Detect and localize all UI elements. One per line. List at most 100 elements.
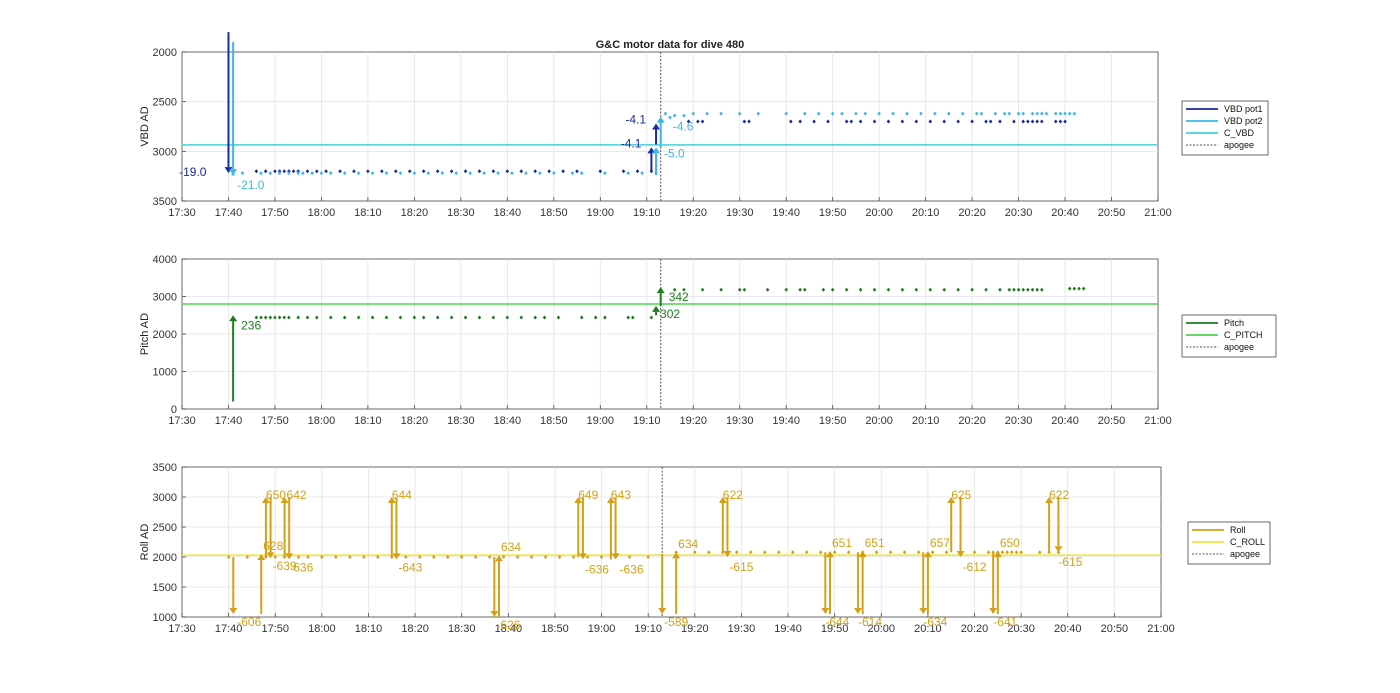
x-tick-label: 20:30 (1005, 415, 1033, 427)
y-axis-label: Roll AD (139, 524, 151, 561)
legend: Roll C_ROLLapogee (1187, 521, 1271, 565)
move-label: -636 (585, 562, 609, 576)
legend-entry: Roll (1230, 525, 1246, 535)
x-tick-label: 18:10 (354, 415, 382, 427)
legend-entry: C_ROLL (1230, 537, 1265, 547)
y-tick-label: 1000 (153, 367, 177, 379)
move-label: 643 (611, 488, 631, 502)
move-label: 651 (865, 536, 885, 550)
y-tick-label: 4000 (153, 254, 177, 266)
gc-motor-figure: G&C motor data for dive 480 17:30 17:40 17… (139, 32, 1277, 635)
move-label: 644 (392, 488, 412, 502)
x-tick-label: 20:50 (1098, 415, 1126, 427)
x-tick-label: 18:20 (401, 623, 429, 635)
y-axis-label: VBD AD (139, 106, 151, 146)
x-tick-label: 19:40 (772, 415, 800, 427)
y-tick-label: 0 (171, 404, 177, 416)
move-label: -612 (963, 560, 987, 574)
move-label: -606 (237, 615, 261, 629)
x-tick-label: 18:30 (448, 623, 476, 635)
x-tick-label: 20:40 (1051, 415, 1079, 427)
move-label: 651 (832, 536, 852, 550)
x-tick-label: 19:20 (679, 207, 707, 219)
x-tick-label: 18:10 (355, 623, 383, 635)
x-tick-label: 19:10 (633, 207, 661, 219)
x-tick-label: 20:00 (865, 207, 893, 219)
x-tick-label: 19:30 (726, 415, 754, 427)
move-label: -615 (1058, 555, 1082, 569)
x-tick-label: 17:50 (261, 207, 289, 219)
x-tick-label: 18:20 (401, 415, 429, 427)
x-tick-label: 20:20 (958, 415, 986, 427)
x-tick-label: 20:40 (1051, 207, 1079, 219)
x-tick-label: 19:30 (726, 207, 754, 219)
y-tick-label: 2500 (153, 522, 177, 534)
x-tick-label: 19:00 (587, 207, 615, 219)
x-tick-label: 19:30 (728, 623, 756, 635)
legend-entry: apogee (1224, 342, 1254, 352)
legend-entry: VBD pot1 (1224, 104, 1263, 114)
chart-panels: 17:30 17:40 17:50 18:00 18:10 18:20 18:30 18:40… (139, 32, 1277, 635)
chart-panel-1: 17:30 17:40 17:50 18:00 18:10 18:20 18:30 18:40… (139, 32, 1269, 219)
x-tick-label: 18:40 (494, 415, 522, 427)
x-tick-label: 21:00 (1144, 207, 1172, 219)
x-tick-label: 18:30 (447, 207, 475, 219)
move-label: -626 (496, 618, 520, 632)
y-tick-label: 3500 (153, 462, 177, 474)
y-tick-label: 1500 (153, 582, 177, 594)
x-tick-label: 20:20 (961, 623, 989, 635)
move-label: 650 (1000, 536, 1020, 550)
x-tick-label: 18:40 (494, 207, 522, 219)
y-tick-label: 3000 (153, 492, 177, 504)
move-label: 634 (501, 540, 521, 554)
move-label: 302 (660, 307, 680, 321)
x-tick-label: 19:50 (819, 415, 847, 427)
legend: Pitch C_PITCHapogee (1181, 314, 1277, 358)
x-tick-label: 18:20 (401, 207, 429, 219)
move-label: -589 (664, 615, 688, 629)
figure-title: G&C motor data for dive 480 (596, 39, 745, 51)
legend-entry: apogee (1230, 549, 1260, 559)
move-label: -4.1 (621, 136, 642, 150)
x-tick-label: 19:40 (772, 207, 800, 219)
move-label: 634 (678, 537, 698, 551)
x-tick-label: 17:40 (215, 415, 243, 427)
move-label: -641 (993, 615, 1017, 629)
y-tick-label: 3000 (153, 146, 177, 158)
x-tick-label: 20:30 (1005, 207, 1033, 219)
x-tick-label: 20:20 (958, 207, 986, 219)
x-tick-label: 21:00 (1144, 415, 1172, 427)
y-tick-label: 2000 (153, 47, 177, 59)
x-tick-label: 20:50 (1098, 207, 1126, 219)
x-tick-label: 17:30 (168, 623, 196, 635)
x-tick-label: 17:50 (261, 623, 289, 635)
x-tick-label: 19:00 (587, 415, 615, 427)
x-tick-label: 17:30 (168, 415, 196, 427)
x-tick-label: 18:50 (541, 623, 569, 635)
move-label: -4.1 (625, 113, 646, 127)
move-label: -21.0 (237, 178, 265, 192)
legend-entry: VBD pot2 (1224, 116, 1263, 126)
y-tick-label: 1000 (153, 612, 177, 624)
x-tick-label: 17:30 (168, 207, 196, 219)
x-tick-label: 18:00 (308, 415, 336, 427)
x-tick-label: 18:30 (447, 415, 475, 427)
x-tick-label: 19:10 (634, 623, 662, 635)
y-axis-label: Pitch AD (139, 313, 151, 355)
x-tick-label: 20:40 (1054, 623, 1082, 635)
x-tick-label: 19:40 (774, 623, 802, 635)
move-label: -19.0 (179, 165, 207, 179)
move-label: -4.6 (673, 120, 694, 134)
legend: VBD pot1 VBD pot2 C_VBDapogee (1181, 100, 1269, 156)
move-label: -615 (729, 560, 753, 574)
legend-entry: C_VBD (1224, 128, 1255, 138)
move-label: -644 (825, 615, 849, 629)
x-tick-label: 19:10 (633, 415, 661, 427)
move-label: -5.0 (664, 146, 685, 160)
chart-panel-3: 17:30 17:40 17:50 18:00 18:10 18:20 18:30 18:40… (139, 462, 1271, 635)
move-label: -643 (398, 560, 422, 574)
move-label: 649 (578, 488, 598, 502)
move-label: 657 (930, 536, 950, 550)
x-tick-label: 18:00 (308, 207, 336, 219)
x-tick-label: 18:10 (354, 207, 382, 219)
